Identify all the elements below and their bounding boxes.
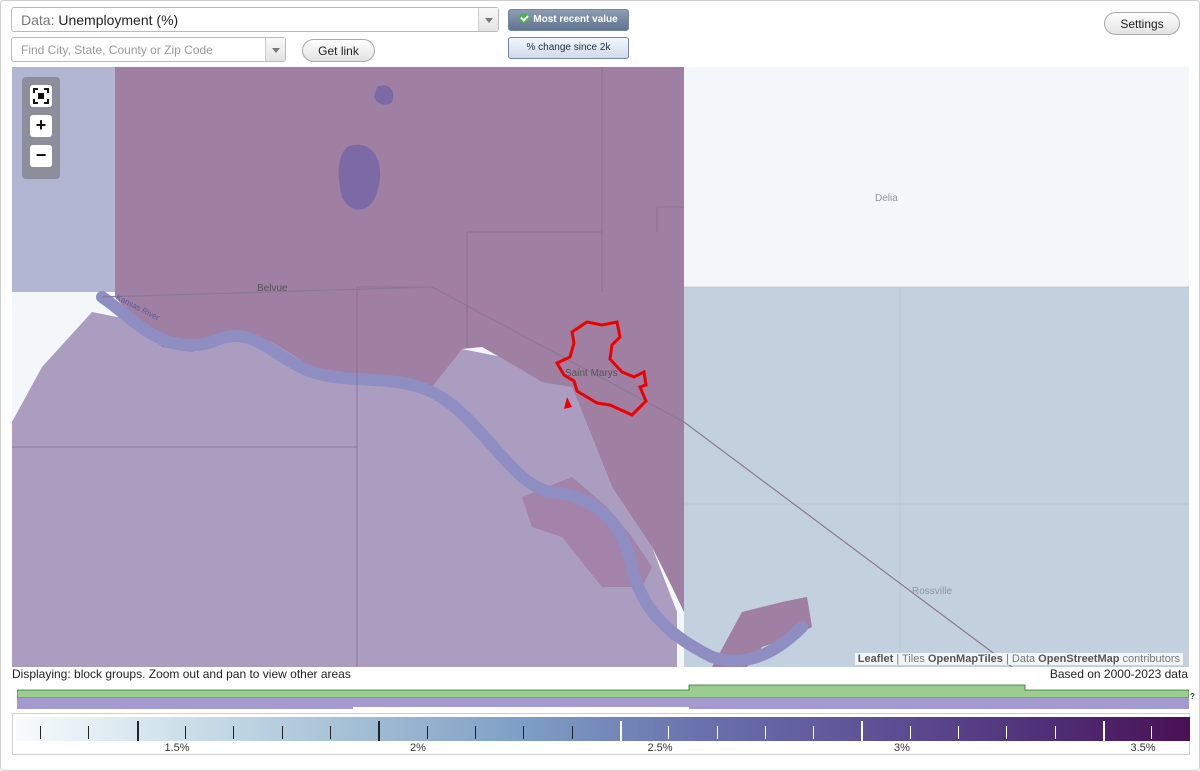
- legend-minor-tick: [765, 726, 766, 739]
- location-search[interactable]: [11, 37, 286, 62]
- checkmark-icon: [519, 13, 530, 23]
- legend-minor-tick: [427, 726, 428, 739]
- leaflet-link[interactable]: Leaflet: [858, 653, 893, 665]
- legend-minor-tick: [1151, 726, 1152, 739]
- legend-minor-tick: [523, 726, 524, 739]
- data-range-status: Based on 2000-2023 data: [1049, 667, 1188, 681]
- legend-minor-tick: [40, 726, 41, 739]
- legend-minor-tick: [668, 726, 669, 739]
- most-recent-value-button[interactable]: Most recent value: [508, 9, 629, 31]
- legend-minor-tick: [1006, 726, 1007, 739]
- location-search-input[interactable]: [12, 38, 264, 61]
- legend-major-tick: [137, 721, 139, 741]
- map-attribution: Leaflet | Tiles OpenMapTiles | Data Open…: [854, 653, 1183, 665]
- timeline-help-icon[interactable]: ?: [1190, 692, 1195, 701]
- get-link-button[interactable]: Get link: [302, 39, 375, 62]
- legend-minor-tick: [88, 726, 89, 739]
- legend-minor-tick: [1055, 726, 1056, 739]
- legend-label: 1.5%: [164, 742, 190, 754]
- legend-minor-tick: [330, 726, 331, 739]
- legend-label: 2.5%: [647, 742, 673, 754]
- timeline-selection[interactable]: [353, 707, 689, 710]
- zoom-control: + −: [22, 77, 60, 179]
- legend-minor-tick: [958, 726, 959, 739]
- place-label: Saint Marys: [565, 368, 618, 379]
- legend-major-tick: [861, 721, 863, 741]
- legend-major-tick: [620, 721, 622, 741]
- displaying-status: Displaying: block groups. Zoom out and p…: [12, 667, 351, 681]
- legend-label: 3.5%: [1130, 742, 1156, 754]
- legend-major-tick: [378, 721, 380, 741]
- legend-label: 2%: [410, 742, 426, 754]
- place-label: Belvue: [257, 283, 288, 294]
- legend-label: 3%: [894, 742, 910, 754]
- map-canvas: [12, 67, 1189, 667]
- timeline-green-band: [17, 684, 1189, 699]
- openstreetmap-link[interactable]: OpenStreetMap: [1038, 653, 1119, 665]
- percent-change-button[interactable]: % change since 2k: [508, 37, 629, 59]
- place-label: Rossville: [912, 586, 953, 597]
- zoom-in-button[interactable]: +: [30, 115, 52, 137]
- legend-minor-tick: [572, 726, 573, 739]
- openmaptiles-link[interactable]: OpenMapTiles: [928, 653, 1003, 665]
- legend-minor-tick: [910, 726, 911, 739]
- most-recent-value-label: Most recent value: [533, 14, 618, 25]
- legend-minor-tick: [475, 726, 476, 739]
- settings-button[interactable]: Settings: [1104, 12, 1180, 35]
- legend-minor-tick: [185, 726, 186, 739]
- fit-bounds-button[interactable]: [30, 85, 52, 107]
- legend-gradient: [16, 717, 1190, 741]
- place-label: Delia: [875, 193, 898, 204]
- color-legend: 1.5% 2% 2.5% 3% 3.5%: [12, 713, 1190, 755]
- chevron-down-icon[interactable]: [478, 8, 498, 31]
- legend-major-tick: [1103, 721, 1105, 741]
- fit-bounds-icon: [33, 88, 49, 104]
- legend-minor-tick: [813, 726, 814, 739]
- timeline-chart[interactable]: [17, 684, 1189, 712]
- data-select[interactable]: Data: Unemployment (%): [11, 7, 499, 32]
- data-select-value: Unemployment (%): [58, 12, 179, 28]
- data-select-prefix: Data:: [21, 12, 55, 28]
- legend-minor-tick: [717, 726, 718, 739]
- legend-minor-tick: [282, 726, 283, 739]
- map[interactable]: Belvue Saint Marys Delia Rossville Kansa…: [12, 67, 1189, 667]
- legend-minor-tick: [233, 726, 234, 739]
- zoom-out-button[interactable]: −: [30, 145, 52, 167]
- chevron-down-icon[interactable]: [265, 38, 285, 61]
